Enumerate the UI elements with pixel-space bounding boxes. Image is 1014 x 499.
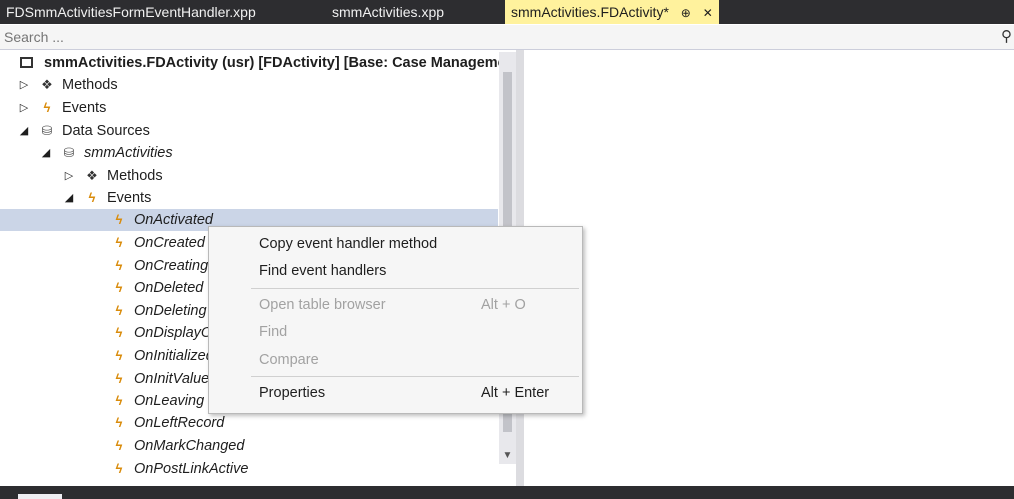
event-icon: ϟ: [88, 190, 96, 205]
menu-separator: [251, 288, 579, 289]
tree-item-label: OnDeleting: [134, 303, 207, 319]
event-icon: ϟ: [115, 280, 123, 295]
event-icon: ϟ: [115, 461, 123, 476]
menu-item-copy-event-handler[interactable]: Copy event handler method: [209, 231, 582, 257]
tree-item-label: OnActivated: [134, 212, 213, 228]
close-icon[interactable]: ✕: [703, 1, 713, 25]
event-icon: ϟ: [115, 235, 123, 250]
bottom-tab[interactable]: [18, 494, 62, 499]
tree-item-label: OnInitialized: [134, 348, 214, 364]
tree-root-label: smmActivities.FDActivity (usr) [FDActivi…: [44, 55, 499, 71]
right-tree-pane: [524, 50, 1014, 486]
event-icon: ϟ: [43, 100, 51, 115]
menu-item-label: Properties: [259, 385, 326, 401]
collapsed-arrow-icon[interactable]: ▷: [18, 97, 30, 119]
menu-item-label: Find event handlers: [259, 263, 387, 279]
tree-item[interactable]: ▷ ❖ Methods: [18, 74, 495, 96]
tree-item-label: Methods: [107, 168, 163, 184]
menu-item-shortcut: Alt + Enter: [481, 385, 550, 401]
collapsed-arrow-icon[interactable]: ▷: [63, 165, 75, 187]
event-icon: ϟ: [115, 212, 123, 227]
tree-item[interactable]: ◢ ⛁ smmActivities: [40, 142, 495, 164]
tree-item-label: Data Sources: [62, 123, 150, 139]
tree-item[interactable]: ϟ OnPostLinkActive: [90, 458, 495, 480]
event-icon: ϟ: [115, 258, 123, 273]
menu-item-label: Compare: [259, 352, 319, 368]
database-icon: ⛁: [41, 123, 53, 138]
tree-item-label: OnLeaving: [134, 393, 205, 409]
tab-label: smmActivities.FDActivity*: [511, 4, 669, 20]
event-icon: ϟ: [115, 415, 123, 430]
menu-item-find-event-handlers[interactable]: Find event handlers: [209, 258, 582, 284]
tree-item-label: Events: [107, 190, 152, 206]
document-tab-bar: FDSmmActivitiesFormEventHandler.xpp smmA…: [0, 0, 1014, 24]
tree-item-label: OnPostLinkActive: [134, 461, 249, 477]
tree-item-label: OnLeftRecord: [134, 415, 225, 431]
event-icon: ϟ: [115, 371, 123, 386]
tab-fdsmmactivitiesformeventhandler[interactable]: FDSmmActivitiesFormEventHandler.xpp: [6, 0, 256, 24]
scroll-down-icon[interactable]: ▼: [499, 447, 516, 464]
search-input[interactable]: [2, 27, 996, 47]
menu-item-label: Find: [259, 324, 288, 340]
event-icon: ϟ: [115, 303, 123, 318]
tree-item-label: OnCreated: [134, 235, 205, 251]
event-icon: ϟ: [115, 393, 123, 408]
form-icon: [20, 57, 33, 68]
menu-item-find[interactable]: Find: [209, 319, 582, 345]
menu-item-properties[interactable]: Properties Alt + Enter: [209, 380, 582, 406]
methods-icon: ❖: [41, 77, 53, 92]
tree-item[interactable]: ▷ ϟ Events: [18, 97, 495, 119]
tree-item-label: Methods: [62, 77, 118, 93]
tree-item[interactable]: ◢ ⛁ Data Sources: [18, 120, 495, 142]
menu-item-shortcut: Alt + O: [481, 297, 526, 313]
pin-icon[interactable]: ⊕: [681, 1, 691, 25]
tree-item-label: OnDeleted: [134, 280, 204, 296]
collapsed-arrow-icon[interactable]: ▷: [18, 74, 30, 96]
tree-item-label: OnCreating: [134, 258, 209, 274]
context-menu: Copy event handler method Find event han…: [208, 226, 583, 414]
bottom-status-bar: [0, 486, 1014, 499]
methods-icon: ❖: [86, 168, 98, 183]
tree-item[interactable]: ◢ ϟ Events: [63, 187, 495, 209]
tab-smmactivities-xpp[interactable]: smmActivities.xpp: [332, 0, 444, 24]
menu-item-open-table-browser[interactable]: Open table browser Alt + O: [209, 292, 582, 318]
expanded-arrow-icon[interactable]: ◢: [18, 120, 30, 142]
tree-item-label: OnMarkChanged: [134, 438, 245, 454]
tree-item[interactable]: ϟ OnMarkChanged: [90, 435, 495, 457]
expanded-arrow-icon[interactable]: ◢: [63, 187, 75, 209]
menu-separator: [251, 376, 579, 377]
tree-item[interactable]: ϟ OnLeftRecord: [90, 412, 495, 434]
datasource-icon: ⛁: [63, 145, 75, 160]
event-icon: ϟ: [115, 438, 123, 453]
menu-item-label: Open table browser: [259, 297, 386, 313]
expanded-arrow-icon[interactable]: ◢: [40, 142, 52, 164]
search-icon[interactable]: ⚲: [1001, 27, 1012, 45]
event-icon: ϟ: [115, 325, 123, 340]
tab-smmactivities-fdactivity[interactable]: smmActivities.FDActivity* ⊕ ✕: [505, 0, 719, 24]
tree-item-label: Events: [62, 100, 107, 116]
tree-item-label: smmActivities: [84, 145, 173, 161]
event-icon: ϟ: [115, 348, 123, 363]
search-bar: ⚲: [0, 25, 1014, 50]
menu-item-compare[interactable]: Compare: [209, 347, 582, 373]
tree-item[interactable]: ▷ ❖ Methods: [63, 165, 495, 187]
menu-item-label: Copy event handler method: [259, 236, 438, 252]
tree-item-label: OnInitValue: [134, 371, 210, 387]
